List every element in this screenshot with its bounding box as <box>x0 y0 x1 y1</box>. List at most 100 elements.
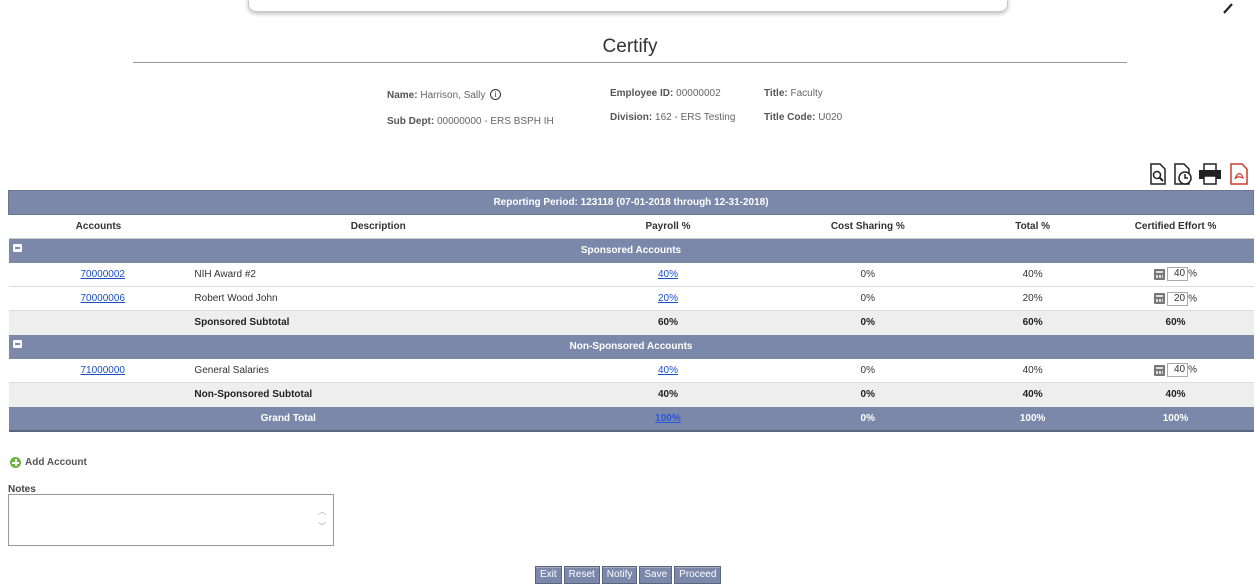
subtotal-certified: 60% <box>1097 310 1254 335</box>
collapse-nonsponsored-icon[interactable] <box>12 339 22 348</box>
reporting-period-row: Reporting Period: 123118 (07-01-2018 thr… <box>8 190 1254 215</box>
employee-title: Title: Faculty <box>764 88 823 99</box>
section-title: Non-Sponsored Accounts <box>569 341 693 352</box>
table-row: 70000006 Robert Wood John 20% 0% 20% 20% <box>8 286 1254 311</box>
grand-total-row: Grand Total 100% 0% 100% 100% <box>8 406 1254 432</box>
table-row: 71000000 General Salaries 40% 0% 40% 40% <box>8 358 1254 383</box>
payroll-link[interactable]: 20% <box>658 293 678 304</box>
col-description: Description <box>188 214 569 239</box>
notes-textarea[interactable] <box>8 494 334 546</box>
payroll-link[interactable]: 40% <box>658 365 678 376</box>
name-label: Name: <box>387 90 418 101</box>
subtotal-label: Non-Sponsored Subtotal <box>188 382 569 407</box>
row-total: 20% <box>967 286 1098 311</box>
grand-total: 100% <box>967 406 1098 432</box>
table-header-row: Accounts Description Payroll % Cost Shar… <box>8 214 1254 239</box>
subdept-value: 00000000 - ERS BSPH IH <box>437 116 554 127</box>
percent-sign: % <box>1188 364 1197 376</box>
grand-payroll-link[interactable]: 100% <box>655 413 681 424</box>
add-icon <box>10 457 21 468</box>
employee-id: Employee ID: 00000002 <box>610 88 721 99</box>
subtotal-total: 60% <box>967 310 1098 335</box>
row-description: Robert Wood John <box>188 286 569 311</box>
account-link[interactable]: 71000000 <box>81 365 126 376</box>
proceed-button[interactable]: Proceed <box>674 566 722 584</box>
sponsored-section-header: Sponsored Accounts <box>8 238 1254 263</box>
title-label: Title: <box>764 88 788 99</box>
calculator-icon[interactable] <box>1154 268 1166 280</box>
subtotal-payroll: 40% <box>568 382 768 407</box>
info-icon[interactable]: i <box>490 89 502 100</box>
payroll-link[interactable]: 40% <box>658 269 678 280</box>
calculator-icon[interactable] <box>1154 293 1166 304</box>
sponsored-subtotal-row: Sponsored Subtotal 60% 0% 60% 60% <box>8 310 1254 335</box>
pencil-icon[interactable] <box>1222 2 1234 14</box>
add-account-button[interactable]: Add Account <box>10 457 87 468</box>
titlecode-value: U020 <box>818 112 843 123</box>
subdept-label: Sub Dept: <box>387 116 435 127</box>
notify-button[interactable]: Notify <box>601 566 638 584</box>
title-divider <box>133 62 1127 63</box>
employee-division: Division: 162 - ERS Testing <box>610 112 735 123</box>
grand-cost-sharing: 0% <box>767 406 968 432</box>
subtotal-cost-sharing: 0% <box>767 382 968 407</box>
add-account-label: Add Account <box>25 457 87 468</box>
save-button[interactable]: Save <box>639 566 673 584</box>
preview-icon[interactable] <box>1148 163 1168 185</box>
subtotal-total: 40% <box>967 382 1098 407</box>
reset-button[interactable]: Reset <box>563 566 600 584</box>
division-label: Division: <box>610 112 653 123</box>
subtotal-label: Sponsored Subtotal <box>188 310 569 335</box>
employee-subdept: Sub Dept: 00000000 - ERS BSPH IH <box>387 116 554 127</box>
row-description: NIH Award #2 <box>188 262 569 287</box>
account-link[interactable]: 70000006 <box>81 293 126 304</box>
certified-effort-input[interactable]: 40 <box>1167 363 1189 378</box>
col-certified: Certified Effort % <box>1097 214 1254 239</box>
period-label: Reporting Period: <box>493 197 578 208</box>
grand-total-label: Grand Total <box>8 406 569 432</box>
nonsponsored-subtotal-row: Non-Sponsored Subtotal 40% 0% 40% 40% <box>8 382 1254 407</box>
pdf-icon[interactable] <box>1228 163 1250 185</box>
history-icon[interactable] <box>1172 163 1194 185</box>
calculator-icon[interactable] <box>1154 364 1166 376</box>
name-value: Harrison, Sally <box>420 90 486 101</box>
row-cost-sharing: 0% <box>767 262 968 287</box>
employee-name: Name: Harrison, Sally i <box>387 89 502 101</box>
subtotal-certified: 40% <box>1097 382 1254 407</box>
percent-sign: % <box>1188 293 1197 305</box>
row-total: 40% <box>967 262 1098 287</box>
row-total: 40% <box>967 358 1098 383</box>
nonsponsored-section-header: Non-Sponsored Accounts <box>8 334 1254 359</box>
title-value: Faculty <box>790 88 823 99</box>
toolbar <box>1148 163 1253 185</box>
table-row: 70000002 NIH Award #2 40% 0% 40% 40% <box>8 262 1254 287</box>
section-title: Sponsored Accounts <box>580 245 682 257</box>
division-value: 162 - ERS Testing <box>655 112 736 123</box>
col-total: Total % <box>967 214 1098 239</box>
certified-effort-input[interactable]: 40 <box>1167 267 1189 282</box>
row-cost-sharing: 0% <box>767 358 968 383</box>
period-value: 123118 (07-01-2018 through 12-31-2018) <box>580 197 769 208</box>
notes-scroll-icon[interactable]: ︿ ﹀ <box>318 504 1256 534</box>
col-accounts: Accounts <box>8 214 189 239</box>
print-icon[interactable] <box>1198 163 1222 185</box>
account-link[interactable]: 70000002 <box>81 269 126 280</box>
employee-title-code: Title Code: U020 <box>764 112 842 123</box>
col-cost-sharing: Cost Sharing % <box>767 214 968 239</box>
row-description: General Salaries <box>188 358 569 383</box>
effort-table: Reporting Period: 123118 (07-01-2018 thr… <box>8 190 1254 432</box>
empid-label: Employee ID: <box>610 88 674 99</box>
exit-button[interactable]: Exit <box>535 566 562 584</box>
top-panel <box>248 0 1008 12</box>
empid-value: 00000002 <box>676 88 721 99</box>
collapse-sponsored-icon[interactable] <box>12 244 22 252</box>
subtotal-payroll: 60% <box>568 310 768 335</box>
subtotal-cost-sharing: 0% <box>767 310 968 335</box>
row-cost-sharing: 0% <box>767 286 968 311</box>
col-payroll: Payroll % <box>568 214 768 239</box>
titlecode-label: Title Code: <box>764 112 816 123</box>
percent-sign: % <box>1188 268 1197 280</box>
certified-effort-input[interactable]: 20 <box>1167 291 1189 306</box>
grand-certified: 100% <box>1097 406 1254 432</box>
page-title: Certify <box>602 36 658 57</box>
